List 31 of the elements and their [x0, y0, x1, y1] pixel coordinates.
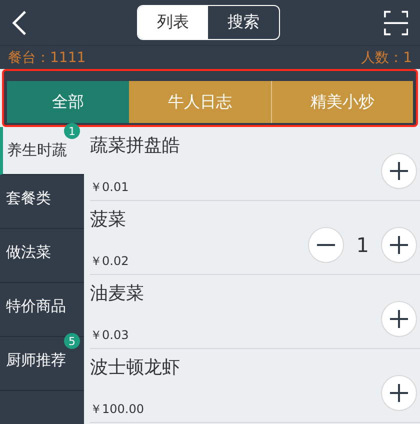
minus-button[interactable] — [308, 226, 344, 262]
quantity: 1 — [356, 232, 369, 256]
segment-tab[interactable]: 列表 — [138, 6, 208, 39]
product-price: ￥0.03 — [90, 327, 130, 344]
plus-button[interactable] — [381, 226, 417, 262]
product-name: 波士顿龙虾 — [90, 356, 180, 379]
product-price: ￥100.00 — [90, 401, 145, 418]
plus-icon — [389, 234, 409, 254]
scan-icon[interactable] — [384, 10, 408, 36]
segment-tab[interactable]: 搜索 — [208, 6, 279, 39]
product-price: ￥0.02 — [90, 253, 129, 270]
minus-icon — [316, 244, 336, 246]
product-name: 油麦菜 — [90, 282, 144, 305]
count-badge: 1 — [64, 123, 80, 139]
plus-icon — [389, 308, 409, 328]
plus-icon — [389, 160, 409, 180]
plus-button[interactable] — [381, 300, 417, 336]
product-name: 蔬菜拼盘皓 — [90, 134, 180, 157]
plus-button[interactable] — [381, 152, 417, 188]
sidebar-item[interactable]: 套餐类 — [0, 175, 84, 229]
category-tab[interactable]: 全部 — [7, 81, 129, 123]
product-name: 菠菜 — [90, 208, 127, 231]
sidebar-item[interactable]: 做法菜 — [0, 229, 84, 283]
guest-count: 人数：1 — [361, 48, 412, 66]
sidebar-item[interactable]: 厨师推荐 5 — [0, 337, 84, 391]
count-badge: 5 — [64, 333, 80, 349]
table-number: 餐台：1111 — [8, 48, 86, 66]
plus-button[interactable] — [381, 374, 417, 410]
product-price: ￥0.01 — [90, 179, 130, 196]
plus-icon — [389, 382, 409, 402]
back-icon[interactable] — [12, 8, 27, 36]
